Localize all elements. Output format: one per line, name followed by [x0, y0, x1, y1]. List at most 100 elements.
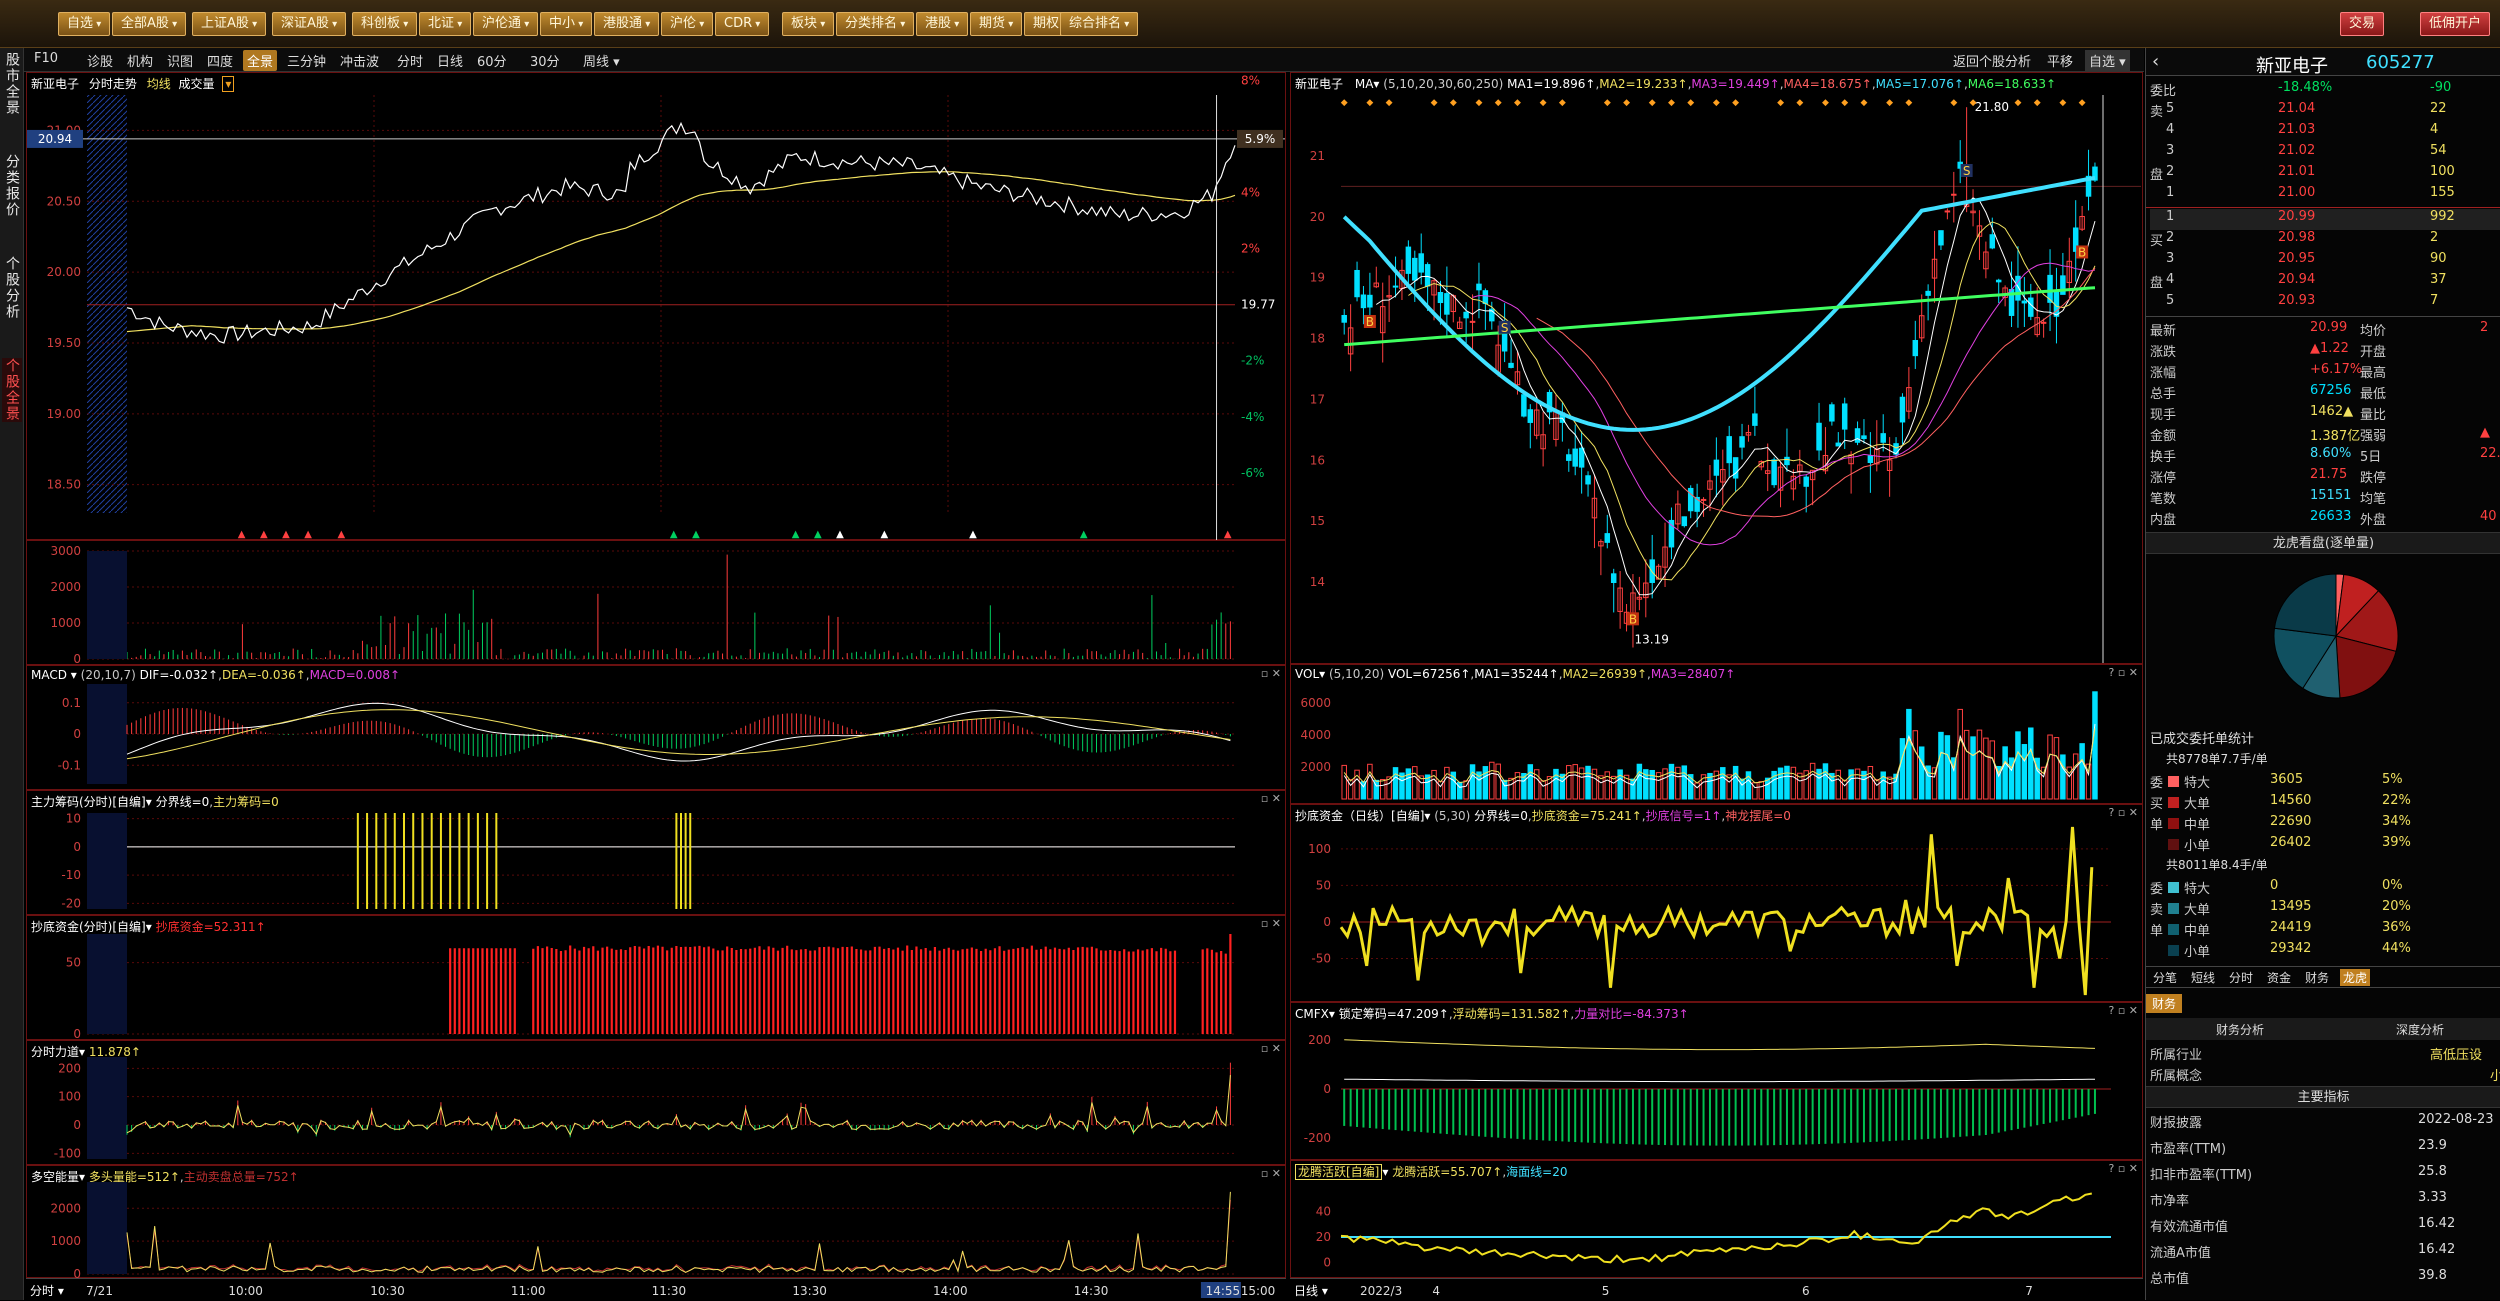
- metric-row: 市盈率(TTM) 23.9: [2150, 1138, 2500, 1164]
- toolbar-right-2[interactable]: 自选 ▾: [2085, 50, 2130, 71]
- vol2-pane[interactable]: VOL▾ (5,10,20) VOL=67256↑,MA1=35244↑,MA2…: [1290, 664, 2143, 804]
- vol2-bar: [1989, 740, 1996, 800]
- macd-pane[interactable]: MACD ▾ (20,10,7) DIF=-0.032↑,DEA=-0.036↑…: [26, 665, 1286, 790]
- vol2-bar: [1636, 763, 1643, 800]
- metric-label: 总市值: [2150, 1272, 2190, 1287]
- menu-button-11[interactable]: 板块: [782, 12, 835, 36]
- ask-volume: 54: [2430, 143, 2447, 158]
- menu-button-7[interactable]: 中小: [540, 12, 593, 36]
- stat-row: 内盘 26633 外盘 40: [2150, 509, 2500, 530]
- ltyh-pane[interactable]: 龙腾活跃[自编] ▾ 龙腾活跃=55.707↑,海面线=20 ? ▫ ✕ 40 20…: [1290, 1160, 2143, 1278]
- menu-button-9[interactable]: 沪伦: [661, 12, 714, 36]
- toolbar-item-5[interactable]: 全景: [243, 50, 278, 71]
- quote-tab-5[interactable]: 龙虎: [2340, 969, 2371, 986]
- menu-button-1[interactable]: 全部A股: [112, 12, 187, 36]
- menu-button-6[interactable]: 沪伦通: [473, 12, 539, 36]
- rail-tab-1[interactable]: 分类报价: [2, 154, 22, 218]
- vol2-bar: [1899, 738, 1906, 800]
- fin-subtab-1[interactable]: 深度分析: [2396, 1021, 2444, 1038]
- menu-button-5[interactable]: 北证: [419, 12, 472, 36]
- cdzj2-pane[interactable]: 抄底资金（日线）[自编]▾ (5,30) 分界线=0,抄底资金=75.241↑,…: [1290, 804, 2143, 1002]
- signal-marker: ▲: [338, 529, 346, 540]
- event-marker: ◆: [1604, 98, 1611, 108]
- quote-tab-1[interactable]: 短线: [2188, 969, 2218, 986]
- menu-button-10[interactable]: CDR: [715, 12, 770, 36]
- toolbar-item-11[interactable]: 30分: [526, 50, 564, 71]
- toolbar-item-1[interactable]: 诊股: [83, 50, 117, 71]
- menu-button-0[interactable]: 自选: [58, 12, 111, 36]
- ask-side: 卖: [2150, 105, 2164, 120]
- quote-tab-3[interactable]: 资金: [2264, 969, 2294, 986]
- menu-button-4[interactable]: 科创板: [352, 12, 418, 36]
- candle-body: [2040, 321, 2047, 324]
- vol2-bar: [1918, 746, 1925, 800]
- fsld-pane[interactable]: 分时力道▾ 11.878↑ ▫ ✕ 200 100 0 -100: [26, 1040, 1286, 1165]
- pre-open-hatch: [87, 934, 127, 1034]
- rail-tab-2[interactable]: 个股分析: [2, 256, 22, 320]
- toolbar-right-0[interactable]: 返回个股分析: [1949, 50, 2035, 71]
- quote-tab-2[interactable]: 分时: [2226, 969, 2256, 986]
- bid-volume: 2: [2430, 230, 2439, 245]
- order-volume: 22690: [2270, 814, 2312, 829]
- quote-tab-0[interactable]: 分笔: [2150, 969, 2180, 986]
- trade-button[interactable]: 交易: [2340, 12, 2385, 36]
- menu-button-2[interactable]: 上证A股: [192, 12, 267, 36]
- open-account-button[interactable]: 低佣开户: [2420, 12, 2491, 36]
- toolbar-item-12[interactable]: 周线 ▾: [579, 50, 624, 71]
- toolbar-item-7[interactable]: 冲击波: [336, 50, 383, 71]
- toolbar-item-3[interactable]: 识图: [163, 50, 197, 71]
- ma20-line: [1472, 262, 2096, 546]
- intraday-price-pane[interactable]: 新亚电子 分时走势 均线 成交量 ▾ 21.0020.5020.0019.501…: [26, 72, 1286, 541]
- cmfx-pane[interactable]: CMFX▾ 锁定筹码=47.209↑,浮动筹码=131.582↑,力量对比=-8…: [1290, 1002, 2143, 1160]
- vol2-bar: [2072, 753, 2079, 800]
- toolbar-item-2[interactable]: 机构: [123, 50, 157, 71]
- vol2-bar: [1957, 708, 1963, 800]
- kline-pane[interactable]: 新亚电子 MA▾ (5,10,20,30,60,250) MA1=19.896↑…: [1290, 72, 2143, 664]
- vol2-bar: [1675, 766, 1681, 800]
- toolbar-item-9[interactable]: 日线: [433, 50, 467, 71]
- menu-button-14[interactable]: 期货: [970, 12, 1023, 36]
- fin-subtab-0[interactable]: 财务分析: [2216, 1021, 2264, 1038]
- order-swatch: [2168, 797, 2179, 808]
- pie-slice: [2273, 573, 2337, 637]
- back-icon[interactable]: ‹: [2152, 51, 2159, 72]
- fin-tab[interactable]: 财务: [2146, 994, 2183, 1013]
- candle-body: [1610, 573, 1617, 583]
- stat-row: 涨幅 +6.17% 最高: [2150, 362, 2500, 383]
- toolbar-item-6[interactable]: 三分钟: [283, 50, 330, 71]
- price-tick: 20.00: [47, 265, 81, 279]
- signal-marker: ▲: [670, 529, 678, 540]
- cdzj-pane[interactable]: 抄底资金(分时)[自编]▾ 抄底资金=52.311↑ ▫ ✕ 50 0: [26, 915, 1286, 1041]
- menu-button-3[interactable]: 深证A股: [272, 12, 347, 36]
- vol2-bar: [1508, 777, 1514, 800]
- vol2-bar: [1598, 775, 1604, 800]
- bid-side: 买: [2150, 234, 2164, 249]
- ltyh-tick: 20: [1316, 1230, 1331, 1244]
- stat-label: 现手: [2150, 408, 2177, 423]
- cdzj2-tick: 0: [1323, 915, 1331, 929]
- time-tick: 10:00: [228, 1284, 263, 1298]
- intraday-volume-pane[interactable]: 3000 2000 1000 0: [26, 540, 1286, 666]
- quote-tab-4[interactable]: 财务: [2302, 969, 2332, 986]
- metric-value: 2022-08-23: [2418, 1112, 2494, 1127]
- kline-chart: 21 20 19 18 17 16 15 14 21.80 13.19 B S B S B ◆ ◆ ◆ ◆ ◆ ◆ ◆ ◆ ◆…: [1310, 95, 2141, 663]
- vol2-bar: [1412, 766, 1418, 800]
- toolbar-item-8[interactable]: 分时: [393, 50, 427, 71]
- order-type: 中单: [2184, 924, 2211, 939]
- toolbar-item-4[interactable]: 四度: [203, 50, 237, 71]
- rail-tab-3[interactable]: 个股全景: [2, 358, 22, 422]
- toolbar-item-10[interactable]: 60分: [473, 50, 511, 71]
- menu-button-12[interactable]: 分类排名: [836, 12, 915, 36]
- rail-tab-0[interactable]: 股市全景: [2, 52, 22, 116]
- toolbar-item-0[interactable]: F10: [30, 50, 62, 67]
- vol2-bar: [1668, 763, 1675, 800]
- stat-label-2: 均笔: [2360, 492, 2387, 507]
- zlcm-pane[interactable]: 主力筹码(分时)[自编]▾ 分界线=0,主力筹码=0 ▫ ✕ 10 0 -10 -20: [26, 790, 1286, 915]
- menu-button-20[interactable]: 综合排名: [1060, 12, 1139, 36]
- date-tick: 7: [2025, 1284, 2033, 1298]
- order-pct: 36%: [2382, 920, 2411, 935]
- menu-button-8[interactable]: 港股通: [594, 12, 660, 36]
- dkln-pane[interactable]: 多空能量▾ 多头量能=512↑,主动卖盘总量=752↑ ▫ ✕ 2000 1000…: [26, 1165, 1286, 1279]
- toolbar-right-1[interactable]: 平移: [2043, 50, 2077, 71]
- menu-button-13[interactable]: 港股: [916, 12, 969, 36]
